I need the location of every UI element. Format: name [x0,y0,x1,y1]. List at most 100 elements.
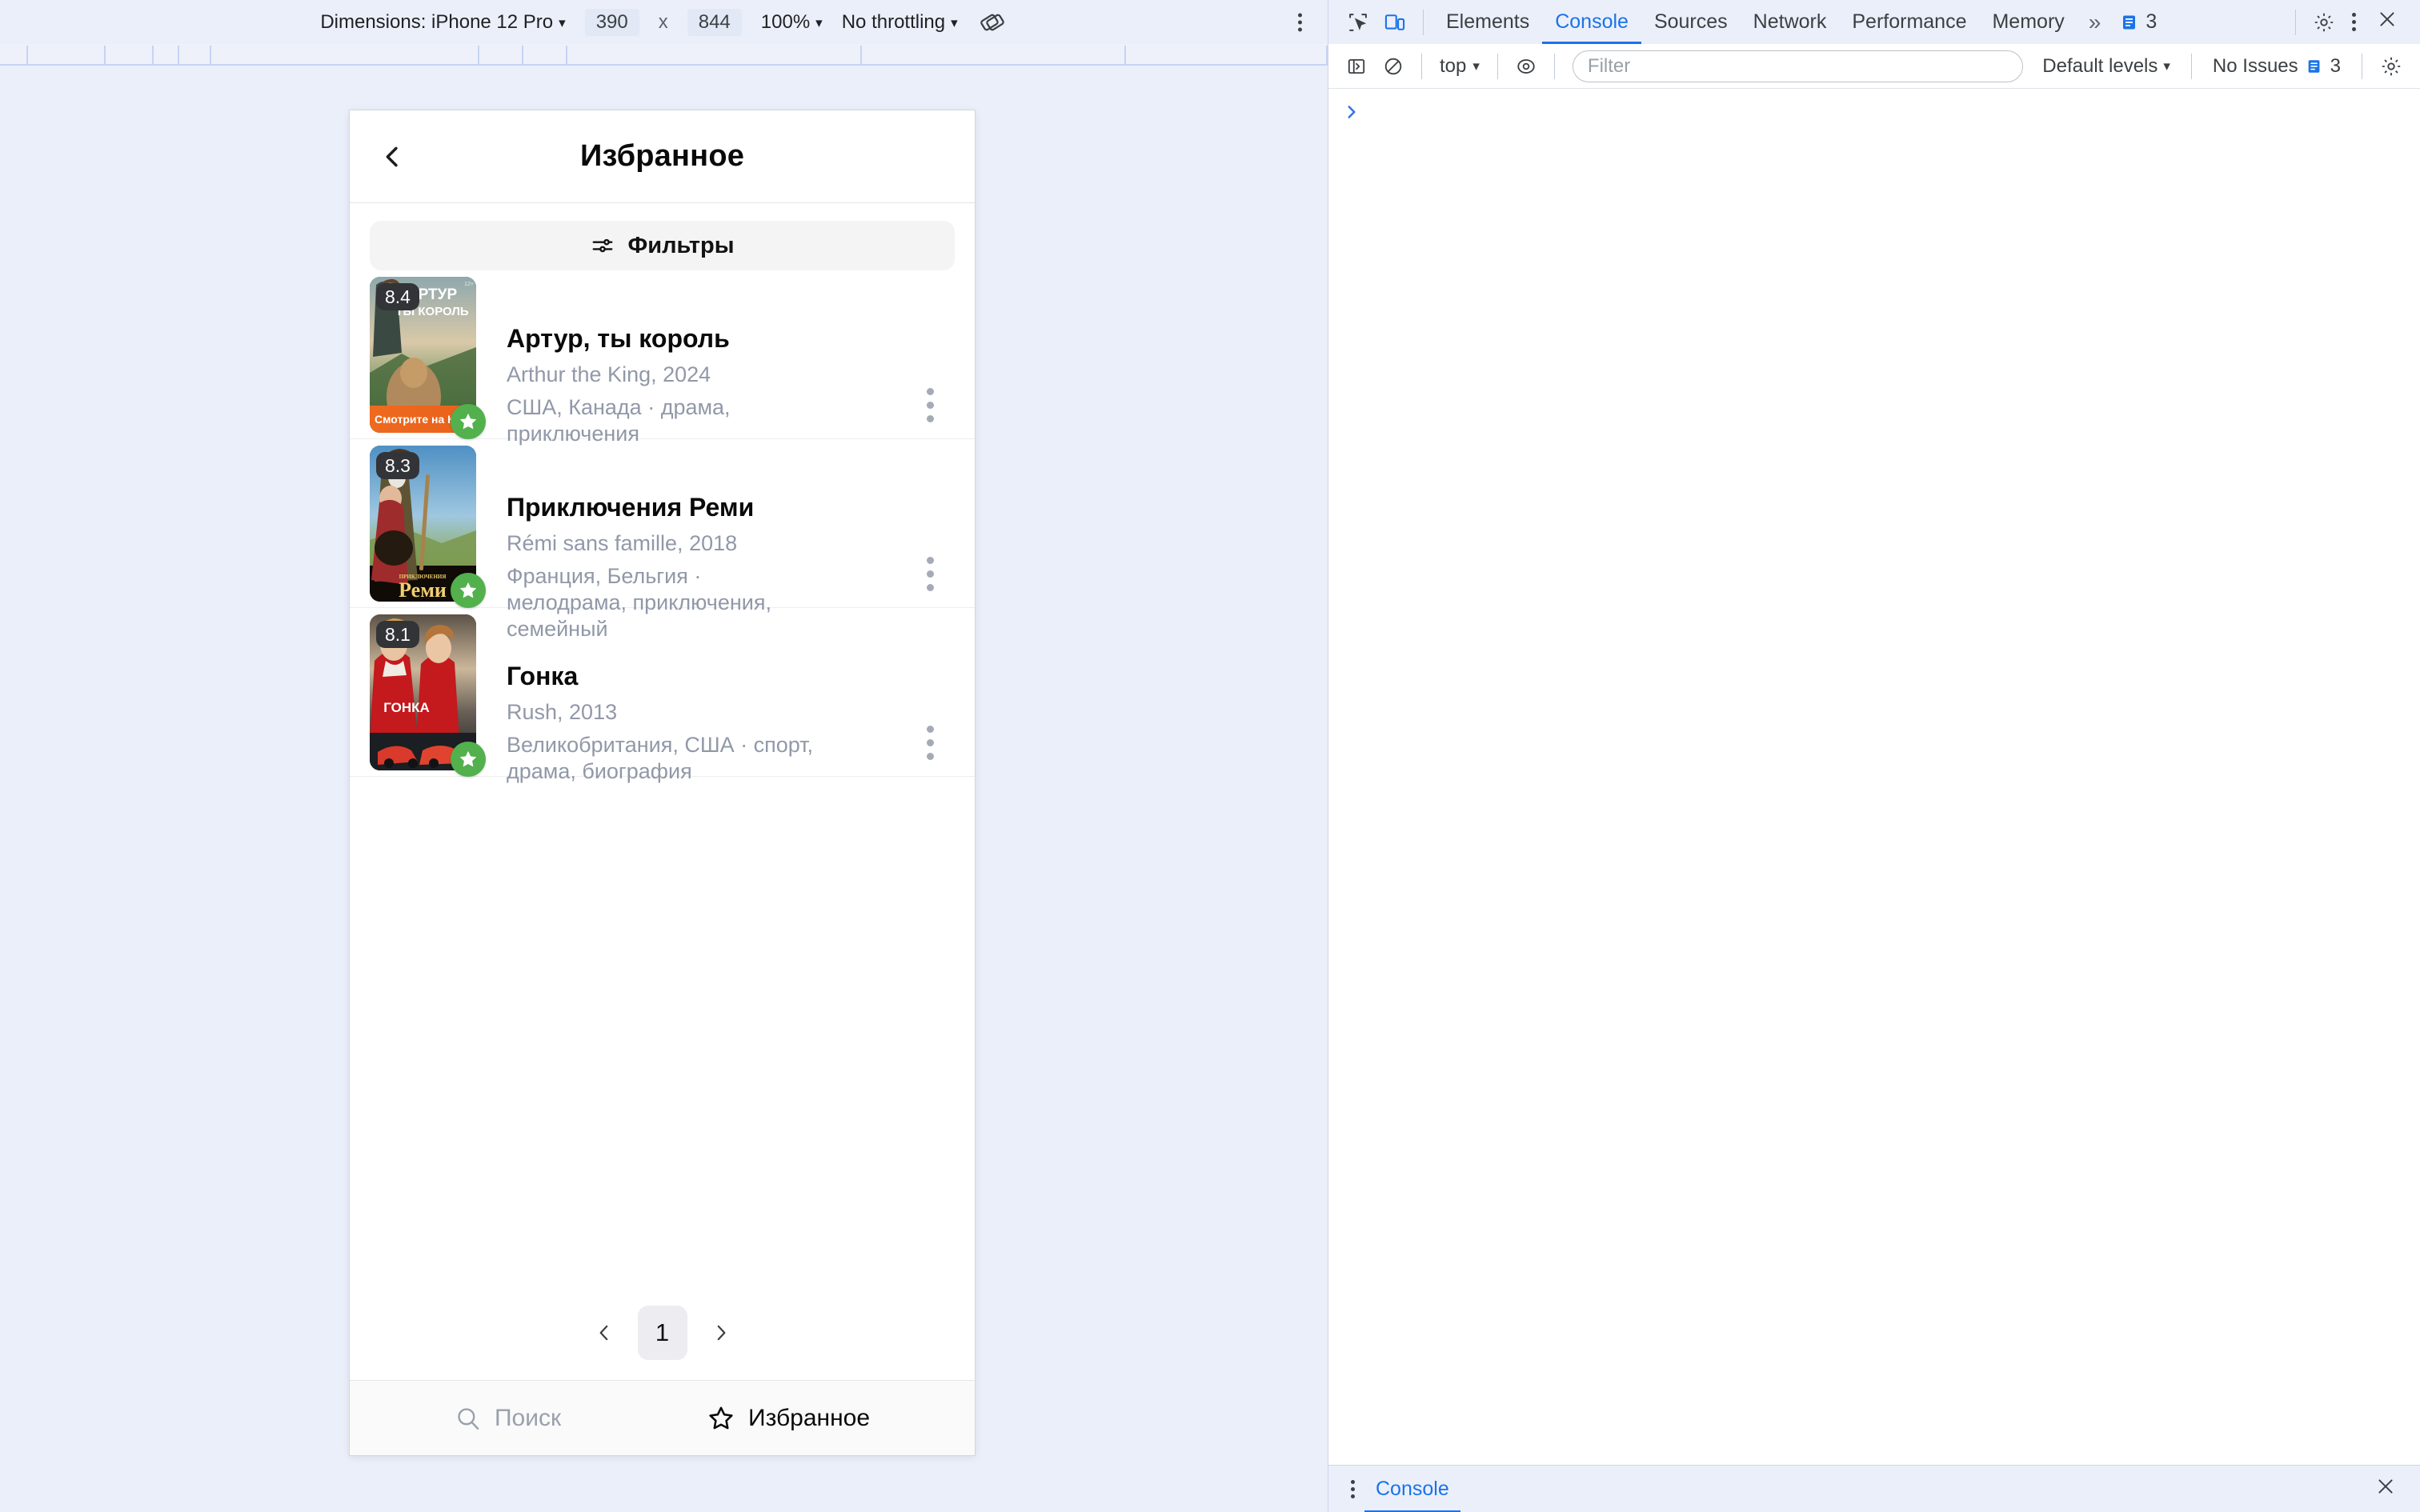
sliders-icon [592,238,612,253]
row-menu-button[interactable] [914,553,946,594]
pagination-next-button[interactable] [700,1312,742,1354]
dot [926,387,934,395]
favorite-toggle-button[interactable] [451,573,486,608]
device-preset-select[interactable]: Dimensions: iPhone 12 Pro ▾ [311,11,575,34]
tab-elements[interactable]: Elements [1433,0,1542,44]
console-prompt[interactable] [1328,97,2420,127]
console-context-select[interactable]: top ▾ [1432,55,1488,78]
chevron-left-icon [599,1325,607,1340]
dot [926,583,934,591]
live-expression-icon[interactable] [1508,49,1545,84]
poster-wrap[interactable]: АРТУР ТЫ КОРОЛЬ 12+ Смотрите на Кинопоис… [370,277,486,439]
row-menu-button[interactable] [914,384,946,426]
inspect-element-icon[interactable] [1340,5,1376,40]
tab-network[interactable]: Network [1741,0,1840,44]
console-settings-gear-icon[interactable] [2372,55,2410,78]
app-header: Избранное [350,110,975,203]
tab-performance[interactable]: Performance [1839,0,1979,44]
rotate-icon[interactable] [968,9,1017,36]
filters-section: Фильтры [350,203,975,270]
pagination-prev-button[interactable] [583,1312,625,1354]
movie-title: Артур, ты король [507,324,730,353]
screen-root: Dimensions: iPhone 12 Pro ▾ 390 x 844 10… [0,0,2420,1512]
console-issues-count: 3 [2330,54,2341,77]
bottom-navigation: Поиск Избранное [350,1381,975,1455]
gear-icon[interactable] [2306,5,2342,40]
dot [1351,1486,1355,1491]
dot [926,725,934,733]
dot [2352,20,2356,24]
zoom-select[interactable]: 100% ▾ [751,11,832,34]
dot [926,752,934,760]
console-filter-input[interactable] [1572,50,2024,82]
viewport-width-input-wrap[interactable]: 390 [575,8,649,36]
favorite-toggle-button[interactable] [451,742,486,777]
ruler-tick [26,46,28,64]
poster-wrap[interactable]: ГОНКА 8.1 [370,614,486,777]
filters-label: Фильтры [627,232,735,258]
devtools-tabbar-right [2286,5,2409,40]
svg-text:Реми: Реми [399,578,447,602]
star-filled-icon [459,582,477,598]
movie-title: Приключения Реми [507,493,755,522]
filters-button[interactable]: Фильтры [370,221,955,270]
viewport-height-input-wrap[interactable]: 844 [678,8,751,36]
dot [2352,27,2356,31]
rating-badge: 8.4 [376,283,419,311]
clear-console-icon[interactable] [1375,49,1412,84]
ruler-tick [178,46,179,64]
back-button[interactable] [369,134,415,180]
nav-label-favorites: Избранное [748,1404,871,1431]
table-row[interactable]: АРТУР ТЫ КОРОЛЬ 12+ Смотрите на Кинопоис… [350,270,975,446]
viewport-height-input[interactable]: 844 [687,8,742,36]
ruler-tick [566,46,567,64]
favorites-list: АРТУР ТЫ КОРОЛЬ 12+ Смотрите на Кинопоис… [350,270,975,1285]
dot [1298,13,1302,17]
console-issues-status[interactable]: No Issues 3 [2202,55,2352,78]
dot [1298,20,1302,24]
dot [926,738,934,746]
divider [1421,53,1422,79]
dot [1351,1479,1355,1484]
star-filled-icon [459,750,477,767]
drawer-close-icon[interactable] [2364,1476,2407,1502]
favorite-toggle-button[interactable] [451,404,486,439]
devtools-main-menu-button[interactable] [2342,6,2366,38]
chevron-down-icon: ▾ [815,15,823,30]
console-message-area[interactable] [1328,89,2420,1465]
chevron-right-icon [717,1325,725,1340]
movie-original-title: Arthur the King, 2024 [507,362,711,387]
double-chevron-right-icon[interactable]: » [2077,10,2113,35]
ruler-tick [152,46,154,64]
close-icon[interactable] [2366,9,2409,35]
tab-memory[interactable]: Memory [1979,0,2077,44]
device-emulation-toolbar: Dimensions: iPhone 12 Pro ▾ 390 x 844 10… [0,0,1328,44]
device-toolbar-more-options[interactable] [1293,8,1307,36]
tab-sources[interactable]: Sources [1641,0,1741,44]
table-row[interactable]: ГОНКА 8.1 Гонка Rush, 2013 Великобритани… [350,608,975,783]
ruler-tick [1326,46,1328,64]
viewport-ruler [0,44,1328,66]
movie-info: Артур, ты король Arthur the King, 2024 С… [476,277,955,447]
pagination-current-page[interactable]: 1 [637,1305,687,1360]
console-log-levels-select[interactable]: Default levels ▾ [2031,55,2182,78]
viewport-width-input[interactable]: 390 [584,8,639,36]
tab-console[interactable]: Console [1542,0,1641,44]
throttling-select[interactable]: No throttling ▾ [832,11,968,34]
nav-item-favorites[interactable]: Избранное [707,1404,870,1433]
drawer-tab-console[interactable]: Console [1364,1466,1460,1512]
issues-count: 3 [2146,10,2158,33]
device-toolbar-icon[interactable] [1376,5,1413,40]
table-row[interactable]: ПРИКЛЮЧЕНИЯ Реми 8.3 Приключения Реми Ré… [350,439,975,641]
device-preset-label: Dimensions: iPhone 12 Pro [320,10,554,33]
issues-counter[interactable]: 3 [2112,10,2165,34]
poster-wrap[interactable]: ПРИКЛЮЧЕНИЯ Реми 8.3 [370,446,486,608]
ruler-tick [522,46,523,64]
dot [1351,1494,1355,1498]
drawer-more-options-button[interactable] [1341,1474,1364,1505]
row-menu-button[interactable] [914,722,946,763]
console-sidebar-icon[interactable] [1338,49,1375,84]
nav-item-search[interactable]: Поиск [455,1405,561,1432]
divider [2190,53,2192,79]
console-context-value: top [1440,54,1467,77]
